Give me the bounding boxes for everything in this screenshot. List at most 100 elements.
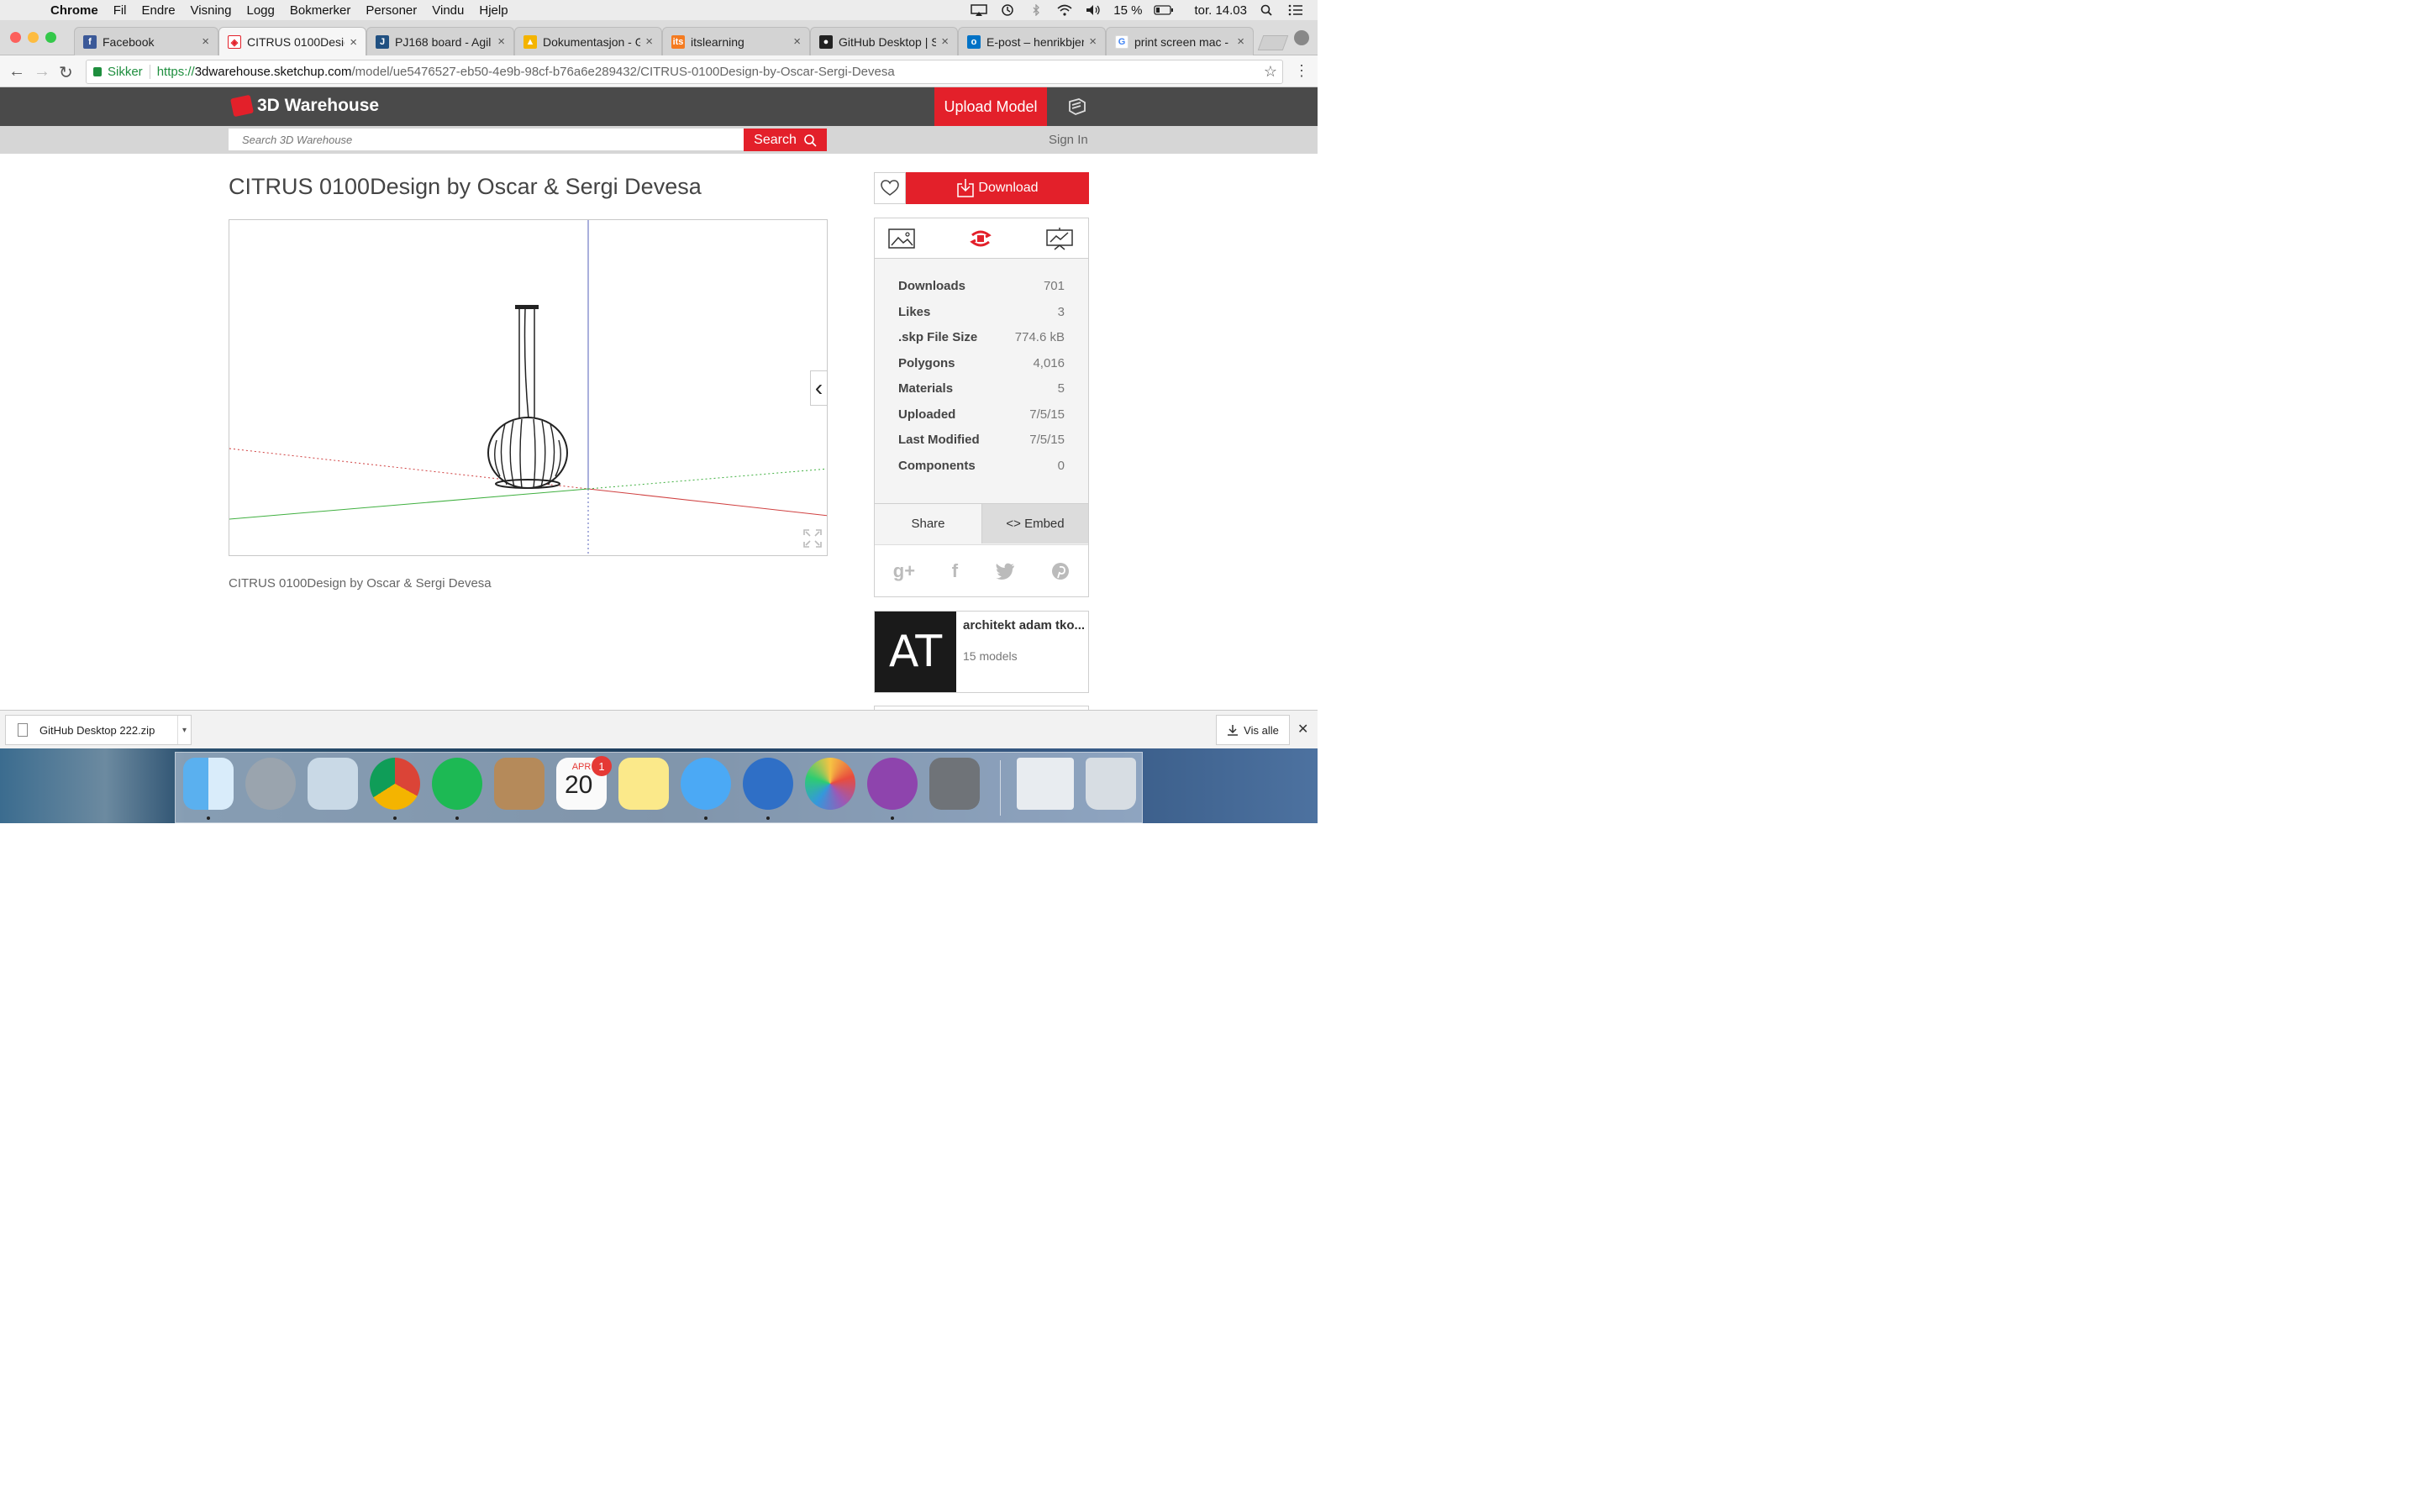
show-all-downloads-button[interactable]: Vis alle [1216,715,1290,745]
menu-personer[interactable]: Personer [366,3,417,18]
time-machine-icon[interactable] [999,4,1016,16]
notification-center-icon[interactable] [1287,4,1304,16]
menu-logg[interactable]: Logg [246,3,274,18]
menubar-clock[interactable]: tor. 14.03 [1194,3,1247,18]
battery-icon[interactable] [1154,4,1174,16]
tab-itslearning[interactable]: its itslearning × [662,27,810,55]
search-input[interactable] [229,129,744,150]
github-desktop-icon[interactable] [867,758,918,810]
tab-share[interactable]: Share [875,503,981,543]
search-button[interactable]: Search [744,129,827,151]
airplay-icon[interactable] [971,4,987,16]
menu-hjelp[interactable]: Hjelp [479,3,508,18]
back-arrow-icon[interactable]: ← [8,62,25,81]
tab-dokumentasjon[interactable]: ▲ Dokumentasjon - G × [514,27,662,55]
close-window-button[interactable] [10,32,21,43]
close-tab-icon[interactable]: × [941,34,949,49]
close-tab-icon[interactable]: × [350,35,357,50]
tab-facebook[interactable]: f Facebook × [74,27,218,55]
minimize-window-button[interactable] [28,32,39,43]
3d-model-scene[interactable] [229,220,828,556]
launchpad-icon[interactable] [245,758,296,810]
close-tab-icon[interactable]: × [1089,34,1097,49]
tab-print-screen[interactable]: G print screen mac - × [1106,27,1254,55]
google-drive-icon: ▲ [523,34,537,49]
stat-label: Components [898,458,976,473]
photos-icon[interactable] [805,758,855,810]
chrome-icon[interactable] [370,758,420,810]
system-preferences-icon[interactable] [929,758,980,810]
image-view-icon[interactable] [888,227,915,250]
model-viewer[interactable] [229,219,828,556]
model-title: CITRUS 0100Design by Oscar & Sergi Deves… [229,174,702,199]
close-tab-icon[interactable]: × [202,34,209,49]
chrome-menu-icon[interactable]: ⋮ [1294,62,1309,80]
wifi-icon[interactable] [1056,4,1073,16]
bookmark-star-icon[interactable]: ☆ [1264,63,1277,81]
like-button[interactable] [874,172,906,204]
download-options-caret-icon[interactable]: ▾ [177,716,191,744]
sign-in-link[interactable]: Sign In [1049,133,1088,147]
google-plus-icon[interactable]: g+ [893,560,915,582]
spotify-icon[interactable] [432,758,482,810]
mail-icon[interactable] [308,758,358,810]
finder-icon[interactable] [183,758,234,810]
stat-value: 4,016 [1033,355,1065,370]
collapse-panel-chevron-icon[interactable]: ‹ [810,370,827,406]
author-avatar[interactable]: AT [875,612,956,692]
site-logo[interactable]: 3D Warehouse [229,94,379,118]
notes-icon[interactable] [618,758,669,810]
calendar-day: 20 [565,771,593,799]
sketchup-icon[interactable] [1067,97,1087,116]
fullscreen-icon[interactable] [803,529,822,548]
tab-epost[interactable]: o E-post – henrikbjer × [958,27,1106,55]
address-bar[interactable]: Sikker https:// 3dwarehouse.sketchup.com… [86,60,1283,84]
close-tab-icon[interactable]: × [793,34,801,49]
close-shelf-icon[interactable]: ✕ [1297,721,1308,738]
browser-toolbar: ← → ↻ Sikker https:// 3dwarehouse.sketch… [0,55,1318,87]
contacts-icon[interactable] [494,758,544,810]
messages-icon[interactable] [681,758,731,810]
menu-endre[interactable]: Endre [142,3,176,18]
zoom-window-button[interactable] [45,32,56,43]
tab-title: CITRUS 0100Design [247,35,345,49]
menu-vindu[interactable]: Vindu [432,3,464,18]
search-icon [804,134,817,147]
menu-fil[interactable]: Fil [113,3,127,18]
twitter-icon[interactable] [995,563,1015,580]
url-host: 3dwarehouse.sketchup.com [194,65,352,79]
volume-icon[interactable] [1085,4,1102,16]
download-item[interactable]: GitHub Desktop 222.zip ▾ [5,715,192,745]
downloads-stack-icon[interactable] [1017,758,1074,810]
download-button[interactable]: Download [906,172,1089,204]
presentation-view-icon[interactable] [1046,227,1073,250]
forward-arrow-icon[interactable]: → [34,62,50,81]
author-name[interactable]: architekt adam tko... [963,618,1085,633]
tab-embed[interactable]: <> Embed [981,503,1088,543]
3d-view-icon[interactable] [967,227,994,250]
tab-github[interactable]: ● GitHub Desktop | S × [810,27,958,55]
running-indicator [891,816,894,820]
running-indicator [455,816,459,820]
close-tab-icon[interactable]: × [497,34,505,49]
trash-icon[interactable] [1086,758,1136,810]
spotlight-icon[interactable] [1259,4,1276,16]
new-tab-button[interactable] [1257,35,1289,50]
tab-pj168[interactable]: J PJ168 board - Agil × [366,27,514,55]
pinterest-icon[interactable] [1051,562,1070,580]
menu-app-name[interactable]: Chrome [50,3,98,18]
tab-citrus[interactable]: ◈ CITRUS 0100Design × [218,27,366,56]
stat-label: Last Modified [898,433,980,447]
profile-avatar-icon[interactable] [1294,30,1309,45]
close-tab-icon[interactable]: × [1237,34,1244,49]
upload-model-button[interactable]: Upload Model [934,87,1047,126]
openoffice-icon[interactable] [743,758,793,810]
menu-visning[interactable]: Visning [191,3,232,18]
author-card[interactable]: AT architekt adam tko... 15 models [874,611,1089,693]
close-tab-icon[interactable]: × [645,34,653,49]
stat-label: Materials [898,381,954,396]
reload-icon[interactable]: ↻ [59,62,73,83]
menu-bokmerker[interactable]: Bokmerker [290,3,351,18]
facebook-icon[interactable]: f [952,560,958,582]
bluetooth-icon[interactable] [1028,4,1044,16]
